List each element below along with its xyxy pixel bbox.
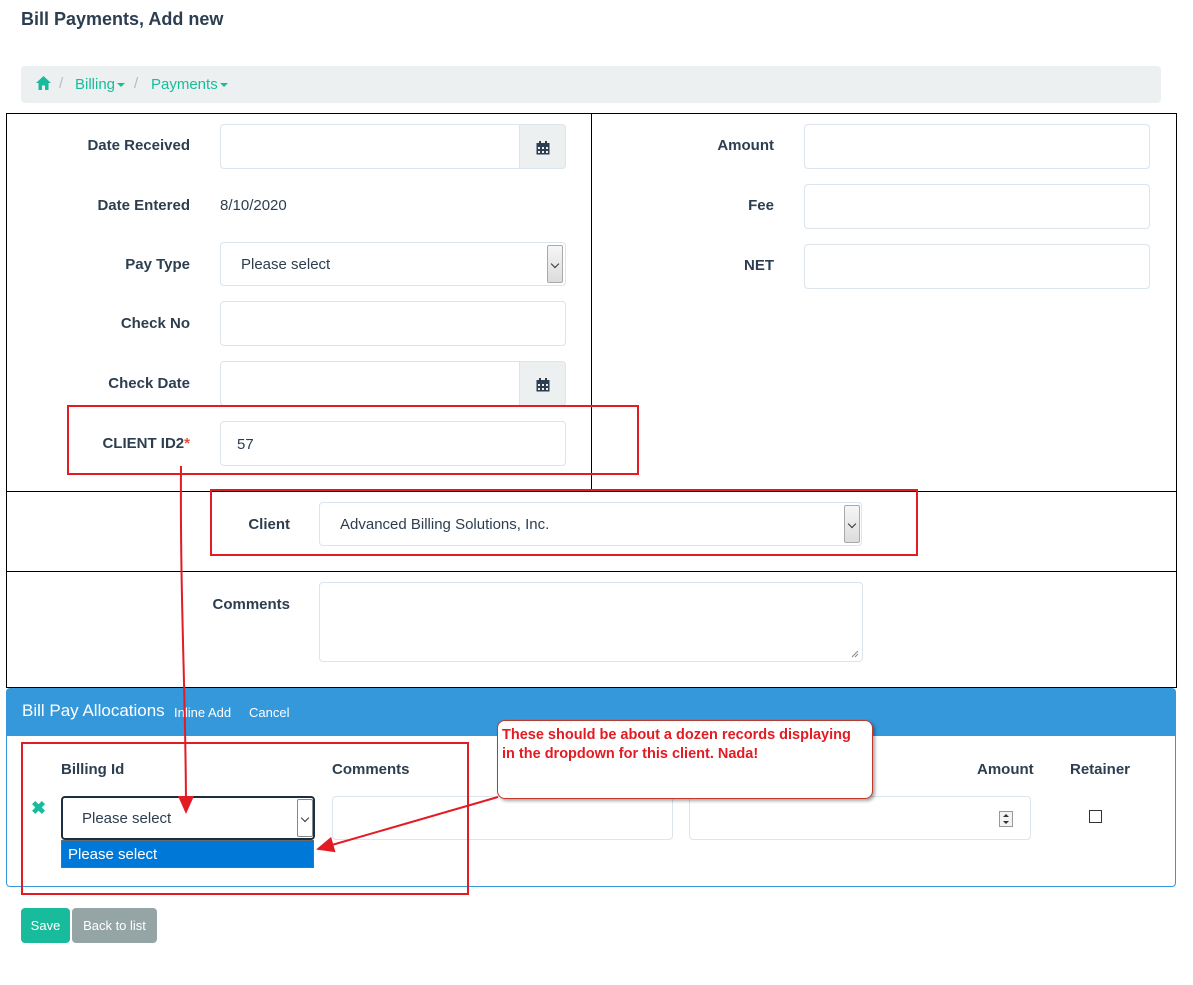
arrow-callout-to-dropdown bbox=[316, 796, 499, 853]
callout-text: These should be about a dozen records di… bbox=[502, 727, 851, 762]
back-to-list-button[interactable]: Back to list bbox=[72, 908, 157, 943]
annotation-callout: These should be about a dozen records di… bbox=[497, 720, 873, 799]
arrow-client-id2-to-billing-id bbox=[177, 465, 194, 814]
annotation-arrows bbox=[177, 465, 499, 853]
save-button[interactable]: Save bbox=[21, 908, 70, 943]
